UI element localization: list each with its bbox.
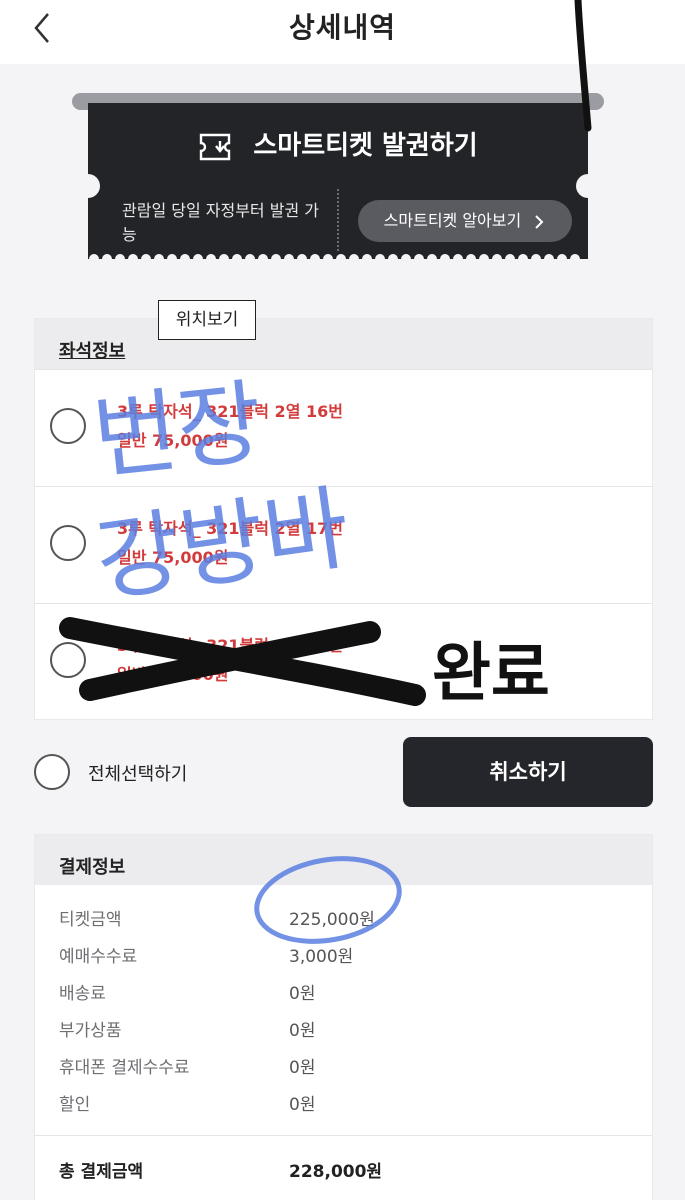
smart-ticket-card: 스마트티켓 발권하기 관람일 당일 자정부터 발권 가능 스마트티켓 알아보기 bbox=[88, 103, 588, 259]
scallop-dot bbox=[362, 254, 372, 264]
scallop-dot bbox=[427, 254, 437, 264]
scallop-dot bbox=[271, 254, 281, 264]
total-label: 총 결제금액 bbox=[59, 1162, 144, 1182]
smart-ticket-guide-button[interactable]: 스마트티켓 알아보기 bbox=[358, 200, 572, 242]
payment-label: 할인 bbox=[59, 1095, 91, 1115]
scallop-dot bbox=[375, 254, 385, 264]
seat-section-title: 좌석정보 bbox=[59, 341, 126, 362]
scallop-dot bbox=[193, 254, 203, 264]
scallop-dot bbox=[297, 254, 307, 264]
payment-section-title: 결제정보 bbox=[35, 835, 652, 885]
payment-value: 0원 bbox=[289, 1058, 316, 1078]
payment-value: 0원 bbox=[289, 1021, 316, 1041]
scallop-dot bbox=[128, 254, 138, 264]
scallop-dot bbox=[557, 254, 567, 264]
total-divider bbox=[35, 1135, 652, 1136]
seat-section-header: 좌석정보 bbox=[35, 319, 652, 369]
scallop-dot bbox=[206, 254, 216, 264]
payment-label: 부가상품 bbox=[59, 1021, 122, 1041]
payment-label: 예매수수료 bbox=[59, 947, 138, 967]
ticket-notch-right bbox=[576, 174, 600, 198]
scallop-dot bbox=[180, 254, 190, 264]
scallop-dot bbox=[401, 254, 411, 264]
select-all-label[interactable]: 전체선택하기 bbox=[88, 760, 187, 786]
scallop-dot bbox=[414, 254, 424, 264]
scallop-dot bbox=[115, 254, 125, 264]
scallop-dot bbox=[310, 254, 320, 264]
seat-info-section: 좌석정보 3루 탁자석_ 321블럭 2열 16번 일반 75,000원 3루 … bbox=[34, 318, 653, 720]
seat-price: 일반 75,000원 bbox=[117, 665, 229, 684]
seat-radio[interactable] bbox=[50, 408, 86, 444]
scallop-dot bbox=[349, 254, 359, 264]
scallop-dot bbox=[479, 254, 489, 264]
seat-radio[interactable] bbox=[50, 525, 86, 561]
payment-info-section: 결제정보 티켓금액 225,000원 예매수수료 3,000원 배송료 0원 부… bbox=[34, 834, 653, 1200]
payment-label: 티켓금액 bbox=[59, 910, 122, 930]
ticket-note: 관람일 당일 자정부터 발권 가능 bbox=[122, 201, 319, 244]
seat-price: 일반 75,000원 bbox=[117, 431, 229, 450]
scallop-dot bbox=[219, 254, 229, 264]
payment-label: 배송료 bbox=[59, 984, 106, 1004]
ticket-notch-left bbox=[76, 174, 100, 198]
issue-ticket-label: 스마트티켓 발권하기 bbox=[253, 131, 478, 161]
payment-value: 225,000원 bbox=[289, 910, 375, 930]
scallop-dot bbox=[453, 254, 463, 264]
location-tooltip[interactable]: 위치보기 bbox=[158, 300, 256, 340]
scallop-dot bbox=[570, 254, 580, 264]
scallop-dot bbox=[388, 254, 398, 264]
scallop-dot bbox=[258, 254, 268, 264]
select-all-radio[interactable] bbox=[34, 754, 70, 790]
scallop-dot bbox=[323, 254, 333, 264]
seat-location: 3루 탁자석_ 321블럭 2열 16번 bbox=[117, 402, 343, 421]
scallop-dot bbox=[102, 254, 112, 264]
seat-row[interactable]: 3루 탁자석_ 321블럭 2열 16번 일반 75,000원 bbox=[35, 369, 652, 486]
ticket-scalloped-edge bbox=[88, 253, 588, 264]
cancel-button[interactable]: 취소하기 bbox=[403, 737, 653, 807]
ticket-divider bbox=[337, 189, 339, 251]
seat-location: 3루 탁자석_ 321블럭 2열 18번 bbox=[117, 636, 343, 655]
guide-label: 스마트티켓 알아보기 bbox=[383, 211, 522, 230]
scallop-dot bbox=[440, 254, 450, 264]
payment-value: 3,000원 bbox=[289, 947, 354, 967]
scallop-dot bbox=[518, 254, 528, 264]
total-value: 228,000원 bbox=[289, 1162, 383, 1182]
payment-value: 0원 bbox=[289, 1095, 316, 1115]
ticket-icon bbox=[200, 133, 231, 160]
app-header: 상세내역 bbox=[0, 0, 685, 64]
payment-label: 휴대폰 결제수수료 bbox=[59, 1058, 190, 1078]
seat-row[interactable]: 3루 탁자석_ 321블럭 2열 18번 일반 75,000원 bbox=[35, 603, 652, 720]
payment-value: 0원 bbox=[289, 984, 316, 1004]
scallop-dot bbox=[531, 254, 541, 264]
scallop-dot bbox=[505, 254, 515, 264]
scallop-dot bbox=[167, 254, 177, 264]
page-title: 상세내역 bbox=[288, 11, 397, 44]
scallop-dot bbox=[336, 254, 346, 264]
scallop-dot bbox=[492, 254, 502, 264]
seat-radio[interactable] bbox=[50, 642, 86, 678]
seat-row[interactable]: 3루 탁자석_ 321블럭 2열 17번 일반 75,000원 bbox=[35, 486, 652, 603]
issue-ticket-button[interactable]: 스마트티켓 발권하기 bbox=[88, 103, 588, 185]
seat-price: 일반 75,000원 bbox=[117, 548, 229, 567]
scallop-dot bbox=[544, 254, 554, 264]
scallop-dot bbox=[232, 254, 242, 264]
chevron-right-icon bbox=[535, 214, 544, 229]
scallop-dot bbox=[141, 254, 151, 264]
scallop-dot bbox=[154, 254, 164, 264]
scallop-dot bbox=[89, 254, 99, 264]
scallop-dot bbox=[284, 254, 294, 264]
scallop-dot bbox=[245, 254, 255, 264]
scallop-dot bbox=[466, 254, 476, 264]
seat-location: 3루 탁자석_ 321블럭 2열 17번 bbox=[117, 519, 343, 538]
